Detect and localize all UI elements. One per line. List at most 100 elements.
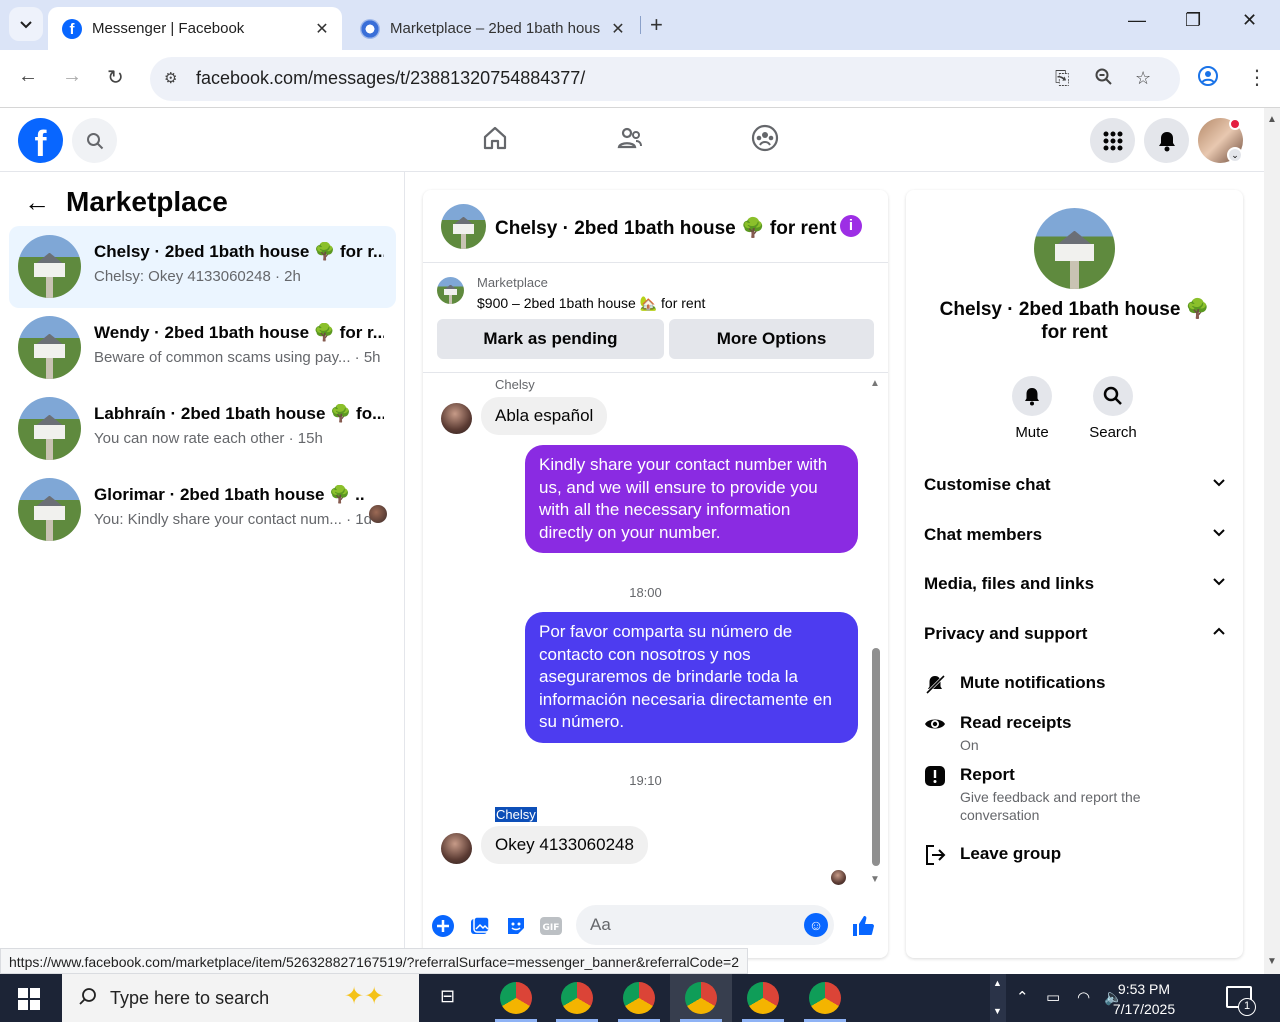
option-label: Leave group <box>960 844 1062 863</box>
chevron-down-icon[interactable]: ⌄ <box>1227 147 1243 163</box>
task-view-icon[interactable]: ⊟ <box>440 986 455 1007</box>
tab-messenger[interactable]: f Messenger | Facebook ✕ <box>48 7 342 50</box>
scroll-up-arrow-icon[interactable]: ▲ <box>1267 114 1277 125</box>
chrome-app-icon[interactable] <box>561 982 593 1014</box>
chat-title[interactable]: Chelsy · 2bed 1bath house 🌳 for rent <box>495 216 836 240</box>
install-app-icon[interactable]: ⎘ <box>1055 68 1069 89</box>
leave-icon <box>924 844 946 866</box>
notifications-button[interactable] <box>1144 118 1189 163</box>
forward-arrow-icon[interactable]: → <box>62 65 82 88</box>
emoji-icon[interactable]: ☺ <box>804 913 828 937</box>
listing-banner: Marketplace $900 – 2bed 1bath house 🏡 fo… <box>423 263 888 373</box>
sender-avatar[interactable] <box>441 833 472 864</box>
notification-dot <box>1229 118 1241 130</box>
chat-members-section[interactable]: Chat members <box>924 525 1226 545</box>
grid-icon <box>1103 131 1122 150</box>
search-icon <box>1103 386 1122 405</box>
reload-icon[interactable]: ↻ <box>107 65 124 90</box>
facebook-logo[interactable]: f <box>18 118 63 163</box>
sender-avatar[interactable] <box>441 403 472 434</box>
close-tab-icon[interactable]: ✕ <box>310 19 334 39</box>
message-thread: Chelsy Abla español Kindly share your co… <box>423 373 888 895</box>
chrome-app-icon[interactable] <box>685 982 717 1014</box>
svg-text:GIF: GIF <box>543 923 560 933</box>
conversation-list-pane: ← Marketplace Chelsy · 2bed 1bath house … <box>0 172 405 974</box>
back-arrow-icon[interactable]: ← <box>18 65 38 88</box>
add-plus-icon[interactable] <box>431 914 455 938</box>
scrollbar-thumb[interactable] <box>872 648 880 866</box>
scroll-down-arrow-icon[interactable]: ▼ <box>1267 956 1277 967</box>
meet-now-icon[interactable]: ▭ <box>1046 988 1060 1006</box>
zoom-icon[interactable] <box>1095 68 1113 91</box>
conversation-item[interactable]: Chelsy · 2bed 1bath house 🌳 for r... Che… <box>9 226 396 308</box>
tab-title: Marketplace – 2bed 1bath hous <box>390 20 601 37</box>
system-clock[interactable]: 9:53 PM 7/17/2025 <box>1104 979 1184 1019</box>
option-label: Read receipts <box>960 713 1072 732</box>
home-icon[interactable] <box>481 124 509 157</box>
listing-thumbnail <box>18 235 81 298</box>
conversation-item[interactable]: Labhraín · 2bed 1bath house 🌳 fo... You … <box>9 388 396 470</box>
search-action[interactable]: Search <box>1073 376 1153 441</box>
listing-thumbnail[interactable] <box>437 277 464 304</box>
scroll-up-arrow-icon[interactable]: ▲ <box>870 378 880 389</box>
tab-search-button[interactable] <box>9 7 43 41</box>
conversation-item[interactable]: Glorimar · 2bed 1bath house 🌳 ... You: K… <box>9 469 396 551</box>
bookmark-star-icon[interactable]: ☆ <box>1135 68 1151 89</box>
thumbs-up-icon[interactable] <box>851 914 875 938</box>
chevron-down-icon <box>1212 525 1226 542</box>
menu-grid-button[interactable] <box>1090 118 1135 163</box>
scroll-down-arrow-icon[interactable]: ▼ <box>870 874 880 885</box>
facebook-search-button[interactable] <box>72 118 117 163</box>
info-icon[interactable]: i <box>840 215 862 237</box>
chat-panel: Chelsy · 2bed 1bath house 🌳 for rent i M… <box>423 190 888 958</box>
conversation-snippet: You can now rate each other · 15h <box>94 430 323 447</box>
more-options-button[interactable]: More Options <box>669 319 874 359</box>
url-text[interactable]: facebook.com/messages/t/2388132075488437… <box>196 68 585 89</box>
browser-toolbar: ← → ↻ ⚙ facebook.com/messages/t/23881320… <box>0 50 1280 108</box>
listing-price-link[interactable]: $900 – 2bed 1bath house 🏡 for rent <box>477 295 705 312</box>
chat-thumbnail[interactable] <box>441 204 486 249</box>
mute-action[interactable]: Mute <box>992 376 1072 441</box>
restore-icon[interactable]: ❐ <box>1185 10 1201 31</box>
search-icon <box>78 987 98 1012</box>
conversation-item[interactable]: Wendy · 2bed 1bath house 🌳 for r... Bewa… <box>9 307 396 389</box>
tab-marketplace[interactable]: Marketplace – 2bed 1bath hous ✕ <box>346 7 638 50</box>
photo-icon[interactable] <box>468 914 492 938</box>
gif-icon[interactable]: GIF <box>539 914 563 938</box>
tab-title: Messenger | Facebook <box>92 20 245 37</box>
taskbar-search-box[interactable]: Type here to search ✦✦ <box>62 974 419 1022</box>
chrome-app-icon[interactable] <box>747 982 779 1014</box>
groups-icon[interactable] <box>751 124 779 157</box>
site-info-icon[interactable]: ⚙ <box>164 69 177 87</box>
search-label: Search <box>1089 424 1137 441</box>
mark-as-pending-button[interactable]: Mark as pending <box>437 319 664 359</box>
customise-chat-section[interactable]: Customise chat <box>924 475 1226 495</box>
minimize-icon[interactable]: — <box>1128 10 1146 31</box>
taskbar-overflow-scroll[interactable]: ▲ ▼ <box>990 974 1006 1022</box>
message-input[interactable]: Aa ☺ <box>576 905 834 945</box>
option-label: Report <box>960 765 1015 784</box>
windows-start-icon[interactable] <box>18 988 40 1010</box>
new-tab-plus-icon[interactable]: + <box>650 12 663 38</box>
page-scrollbar[interactable]: ▲ ▼ <box>1264 108 1280 974</box>
close-window-icon[interactable]: ✕ <box>1242 10 1257 31</box>
network-icon[interactable]: ◠ <box>1077 988 1090 1006</box>
eye-icon <box>924 713 946 735</box>
sticker-icon[interactable] <box>504 914 528 938</box>
taskbar-search-placeholder: Type here to search <box>110 988 270 1008</box>
chevron-up-icon[interactable]: ⌃ <box>1016 988 1029 1006</box>
profile-icon[interactable] <box>1197 65 1219 93</box>
chrome-app-icon[interactable] <box>500 982 532 1014</box>
media-files-links-section[interactable]: Media, files and links <box>924 574 1226 594</box>
bell-off-icon <box>924 673 946 695</box>
privacy-support-section[interactable]: Privacy and support <box>924 624 1226 644</box>
address-bar[interactable]: ⚙ facebook.com/messages/t/23881320754884… <box>150 57 1180 101</box>
chrome-app-icon[interactable] <box>623 982 655 1014</box>
chat-scrollbar[interactable]: ▲ ▼ <box>870 378 882 885</box>
close-tab-icon[interactable]: ✕ <box>606 19 630 39</box>
back-arrow-icon[interactable]: ← <box>24 187 50 218</box>
friends-icon[interactable] <box>616 124 644 157</box>
browser-menu-icon[interactable]: ⋮ <box>1247 65 1267 90</box>
outgoing-message: Kindly share your contact number with us… <box>525 445 858 553</box>
chrome-app-icon[interactable] <box>809 982 841 1014</box>
